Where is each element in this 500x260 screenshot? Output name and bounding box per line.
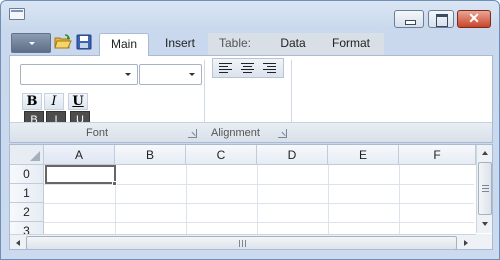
tab-format[interactable]: Format [323, 33, 379, 55]
select-all-corner[interactable] [10, 145, 44, 165]
grid-line [44, 184, 474, 185]
application-menu-button[interactable] [11, 33, 51, 53]
tab-table-context-label: Table: [218, 36, 252, 50]
scroll-up-icon[interactable] [478, 146, 492, 161]
minimize-button[interactable] [394, 10, 424, 28]
column-header[interactable]: B [115, 145, 186, 165]
column-header[interactable]: A [44, 145, 115, 165]
close-button[interactable]: ✕ [457, 10, 491, 28]
align-center-button[interactable] [238, 61, 258, 76]
align-left-button[interactable] [216, 61, 236, 76]
tab-main[interactable]: Main [99, 33, 149, 56]
row-header[interactable]: 2 [10, 203, 44, 222]
horizontal-scroll-thumb[interactable] [26, 236, 457, 249]
column-header[interactable]: E [328, 145, 399, 165]
grid-line [44, 222, 474, 223]
alignment-dialog-launcher-icon[interactable] [278, 129, 287, 138]
tab-data[interactable]: Data [269, 33, 317, 55]
active-cell[interactable] [45, 165, 116, 184]
font-size-combobox[interactable] [139, 64, 202, 85]
tab-insert[interactable]: Insert [156, 33, 204, 55]
vertical-scroll-thumb[interactable] [478, 162, 492, 215]
bold-button[interactable]: B [22, 93, 42, 110]
font-name-combobox[interactable] [20, 64, 138, 85]
italic-button[interactable]: I [44, 93, 64, 110]
save-disk-icon[interactable] [76, 34, 92, 50]
scroll-right-icon[interactable] [459, 236, 474, 249]
ribbon-group-footer: Font Alignment [10, 122, 492, 142]
window-icon[interactable] [9, 8, 25, 20]
scrollbar-corner [476, 234, 492, 249]
underline-button[interactable]: U [68, 93, 88, 110]
column-header[interactable]: F [399, 145, 476, 165]
font-group-label: Font [86, 127, 109, 139]
spreadsheet-grid[interactable]: A B C D E F 0 1 2 3 [9, 144, 493, 250]
fill-handle[interactable] [112, 181, 117, 186]
row-header[interactable]: 1 [10, 184, 44, 203]
alignment-button-group [212, 58, 284, 78]
maximize-button[interactable] [428, 10, 454, 28]
close-icon: ✕ [468, 10, 480, 26]
vertical-scrollbar[interactable] [476, 145, 492, 233]
column-header[interactable]: D [257, 145, 328, 165]
horizontal-scrollbar[interactable] [10, 234, 476, 249]
grid-line [44, 203, 474, 204]
align-right-button[interactable] [260, 61, 280, 76]
ribbon-panel: B I U B I U Font Alignment [9, 55, 493, 143]
row-header[interactable]: 0 [10, 165, 44, 184]
chevron-down-icon[interactable] [189, 73, 195, 76]
app-window: ✕ Main Insert Table: Data Format B I U B… [0, 0, 500, 260]
folder-open-icon[interactable] [54, 34, 72, 50]
scroll-down-icon[interactable] [478, 217, 492, 232]
column-header[interactable]: C [186, 145, 257, 165]
alignment-group-label: Alignment [211, 127, 260, 139]
chevron-down-icon[interactable] [125, 73, 131, 76]
scroll-left-icon[interactable] [11, 236, 26, 249]
font-dialog-launcher-icon[interactable] [188, 129, 197, 138]
